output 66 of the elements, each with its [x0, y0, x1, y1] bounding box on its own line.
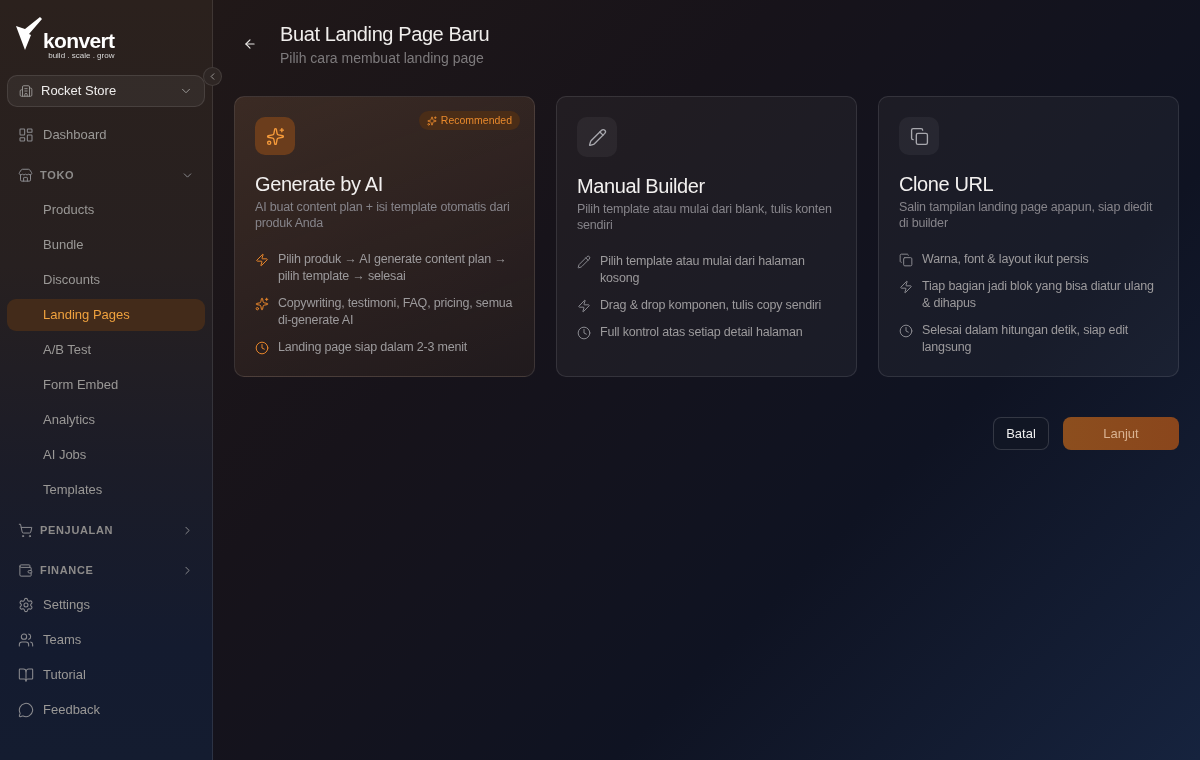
- lightning-icon: [899, 279, 913, 294]
- feature-text: Landing page siap dalam 2-3 menit: [278, 339, 468, 356]
- store-icon: [18, 167, 33, 183]
- cart-icon: [18, 522, 33, 538]
- sparkles-icon: [426, 115, 437, 126]
- store-selector[interactable]: Rocket Store: [7, 75, 205, 107]
- chat-bubble-icon: [18, 702, 34, 718]
- feature-text: Pilih template atau mulai dari halaman kosong: [600, 253, 806, 287]
- feature-text: Tiap bagian jadi blok yang bisa diatur ulang & dihapus: [922, 278, 1155, 312]
- sidebar-nav-item[interactable]: Teams: [7, 624, 205, 656]
- page-subtitle: Pilih cara membuat landing page: [280, 49, 485, 68]
- sidebar-nav-item[interactable]: Landing Pages: [7, 299, 205, 331]
- option-card[interactable]: [234, 96, 535, 377]
- sidebar-nav-item[interactable]: Discounts: [7, 264, 205, 296]
- logo-wordmark: konvert: [43, 31, 115, 51]
- option-card[interactable]: [878, 96, 1179, 377]
- users-icon: [18, 632, 34, 648]
- sidebar-nav-item[interactable]: Analytics: [7, 404, 205, 436]
- building-icon: [19, 84, 33, 98]
- copy-tile-icon: [899, 117, 939, 155]
- feature-text: Selesai dalam hitungan detik, siap edit langsung: [922, 322, 1130, 356]
- sidebar-nav-item[interactable]: Bundle: [7, 229, 205, 261]
- sidebar-nav-item[interactable]: Products: [7, 194, 205, 226]
- sidebar-nav-item[interactable]: Settings: [7, 589, 205, 621]
- lightning-icon: [255, 252, 269, 267]
- sidebar-section-header[interactable]: FINANCE: [7, 551, 205, 589]
- clock-icon: [255, 340, 269, 355]
- pencil-tile-icon: [577, 117, 617, 157]
- settings-icon: [18, 597, 34, 613]
- sidebar-nav-item[interactable]: Form Embed: [7, 369, 205, 401]
- sidebar-nav-item[interactable]: Feedback: [7, 694, 205, 726]
- lightning-icon: [577, 298, 591, 313]
- feature-text: Drag & drop komponen, tulis copy sendiri: [600, 297, 822, 314]
- option-description: AI buat content plan + isi template otomatis dari produk Anda: [255, 199, 511, 231]
- dashboard-grid-icon: [18, 127, 34, 143]
- sidebar-nav-item[interactable]: Dashboard: [7, 119, 205, 151]
- wallet-icon: [18, 562, 33, 578]
- option-description: Salin tampilan landing page apapun, siap diedit di builder: [899, 199, 1154, 231]
- sparkles-icon: [255, 296, 269, 311]
- logo-tagline: build . scale . grow: [48, 51, 115, 60]
- book-icon: [18, 667, 34, 683]
- option-title: Manual Builder: [577, 174, 706, 199]
- clock-icon: [899, 323, 913, 338]
- sparkles-tile-icon: [255, 117, 295, 155]
- pencil-icon: [577, 254, 591, 269]
- sidebar-nav-item[interactable]: AI Jobs: [7, 439, 205, 471]
- option-card[interactable]: Manual Builder Pilih template atau mulai dari blank, tulis konten sendiri Pilih template atau mulai dari halaman kosong Drag & drop komponen, tulis copy sendiri Full kontrol atas setiap detail halaman: [556, 96, 857, 377]
- feature-text: Warna, font & layout ikut persis: [922, 251, 1089, 268]
- feature-text: Copywriting, testimoni, FAQ, pricing, semua di-generate AI: [278, 295, 514, 329]
- sidebar-nav-item[interactable]: A/B Test: [7, 334, 205, 366]
- sidebar-section-header[interactable]: TOKO: [7, 156, 205, 194]
- cancel-button[interactable]: Batal: [993, 417, 1049, 450]
- back-arrow-icon: [243, 37, 257, 51]
- recommended-badge: Recommended: [418, 111, 520, 130]
- page-title: Buat Landing Page Baru: [280, 22, 490, 47]
- option-title: Clone URL: [899, 172, 995, 197]
- sidebar-section-header[interactable]: PENJUALAN: [7, 511, 205, 549]
- sidebar-nav-item[interactable]: Templates: [7, 474, 205, 506]
- option-description: Pilih template atau mulai dari blank, tulis konten sendiri: [577, 201, 833, 233]
- logo-mark-icon: [16, 17, 42, 50]
- option-title: Generate by AI: [255, 172, 384, 197]
- feature-text: Full kontrol atas setiap detail halaman: [600, 324, 803, 341]
- feature-text: Pilih produk → AI generate content plan → pilih template → selesai: [278, 251, 508, 285]
- sidebar-nav-item[interactable]: Tutorial: [7, 659, 205, 691]
- clock-icon: [577, 325, 591, 340]
- copy-icon: [899, 252, 913, 267]
